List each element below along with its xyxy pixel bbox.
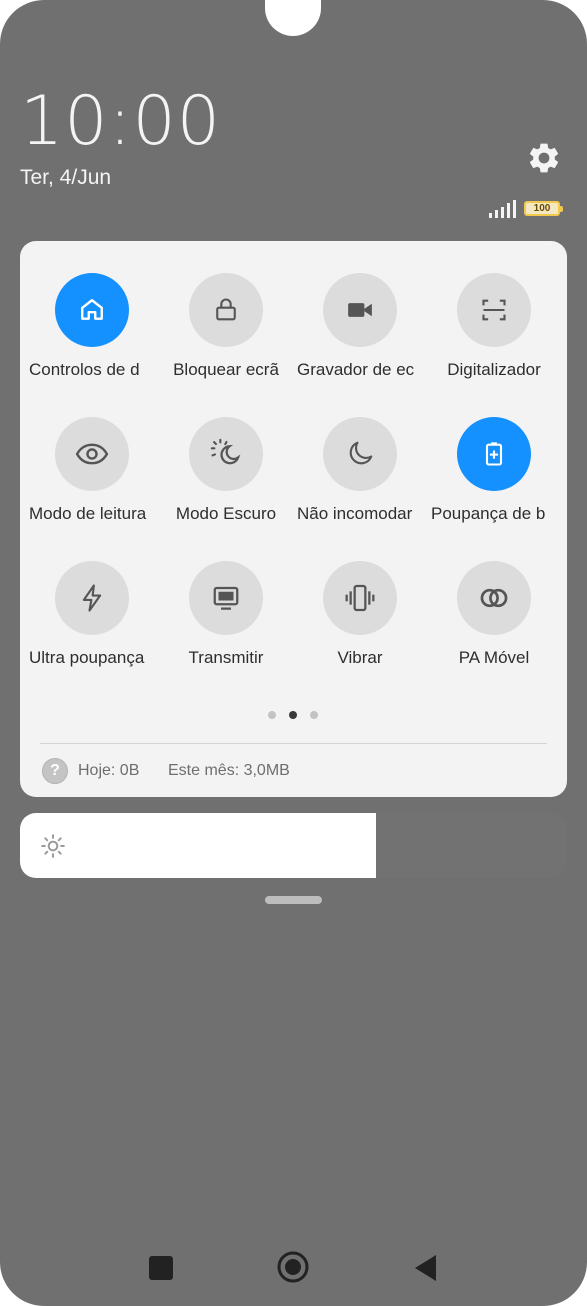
tile-label: Digitalizador	[447, 360, 541, 379]
battery-saver-icon	[485, 442, 503, 466]
tile-label: Ultra poupança	[29, 648, 145, 667]
tile-label: Modo Escuro	[175, 504, 277, 523]
page-indicator	[265, 711, 325, 721]
eye-icon	[75, 443, 109, 465]
tile-label: Controlos de d	[29, 360, 140, 379]
sun-moon-icon	[210, 438, 241, 465]
tile-circle[interactable]	[323, 561, 397, 635]
tile-circle[interactable]	[55, 561, 129, 635]
monitor-icon	[213, 586, 239, 610]
video-camera-icon	[348, 303, 372, 317]
back-triangle-icon[interactable]	[412, 1253, 438, 1283]
tile-label: Não incomodar	[297, 504, 413, 523]
brightness-slider-fill	[20, 813, 376, 878]
page-dot[interactable]	[310, 711, 318, 719]
tile-circle[interactable]	[457, 273, 531, 347]
tile-mobile-hotspot[interactable]: PA Móvel	[427, 561, 561, 668]
lightning-icon	[82, 584, 102, 612]
quick-settings-panel: Controlos de d Bloquear ecrã Gravador de…	[20, 241, 567, 797]
tile-battery-saver[interactable]: Poupança de b	[427, 417, 561, 524]
vibrate-icon	[345, 584, 375, 612]
tile-circle[interactable]	[189, 273, 263, 347]
tile-label: Transmitir	[188, 648, 264, 667]
recents-square-icon[interactable]	[148, 1255, 174, 1281]
brightness-slider[interactable]	[20, 813, 567, 878]
data-usage-today: Hoje: 0B	[78, 762, 140, 779]
home-icon	[81, 299, 103, 320]
tile-circle[interactable]	[55, 273, 129, 347]
tile-cast[interactable]: Transmitir	[159, 561, 293, 668]
camera-notch	[265, 0, 321, 36]
panel-drag-handle[interactable]	[265, 896, 322, 904]
data-usage-month: Este mês: 3,0MB	[168, 762, 290, 779]
tile-circle[interactable]	[323, 417, 397, 491]
clock: 10:00	[20, 82, 221, 161]
scan-icon	[482, 299, 506, 321]
sun-icon	[41, 834, 65, 858]
settings-gear-icon[interactable]	[526, 140, 562, 176]
tile-circle[interactable]	[323, 273, 397, 347]
page-dot[interactable]	[268, 711, 276, 719]
tile-device-controls[interactable]: Controlos de d	[25, 273, 159, 380]
tile-label: Vibrar	[337, 648, 383, 667]
tile-reading-mode[interactable]: Modo de leitura	[25, 417, 159, 524]
moon-icon	[349, 441, 373, 465]
date: Ter, 4/Jun	[20, 166, 112, 189]
tile-scanner[interactable]: Digitalizador	[427, 273, 561, 380]
tile-circle[interactable]	[457, 561, 531, 635]
home-circle-icon[interactable]	[276, 1250, 310, 1284]
tile-circle[interactable]	[189, 561, 263, 635]
tile-ultra-saver[interactable]: Ultra poupança	[25, 561, 159, 668]
hotspot-link-icon	[480, 588, 508, 608]
tile-label: Poupança de b	[431, 504, 546, 523]
signal-strength-icon	[489, 200, 516, 218]
tile-circle[interactable]	[55, 417, 129, 491]
tile-do-not-disturb[interactable]: Não incomodar	[293, 417, 427, 524]
status-bar: 100	[488, 199, 564, 221]
page-dot-current[interactable]	[289, 711, 297, 719]
tile-lock-screen[interactable]: Bloquear ecrã	[159, 273, 293, 380]
tile-dark-mode[interactable]: Modo Escuro	[159, 417, 293, 524]
tile-label: PA Móvel	[458, 648, 530, 667]
battery-indicator: 100	[524, 201, 563, 216]
phone-screen: 10:00 Ter, 4/Jun 100 Controlos de d Bloq…	[0, 0, 587, 1306]
help-question-icon[interactable]: ?	[42, 758, 68, 784]
tile-label: Modo de leitura	[29, 504, 147, 523]
lock-icon	[216, 298, 236, 321]
divider	[40, 743, 547, 744]
tile-label: Gravador de ec	[297, 360, 415, 379]
tile-vibrate[interactable]: Vibrar	[293, 561, 427, 668]
tile-circle[interactable]	[457, 417, 531, 491]
tile-screen-recorder[interactable]: Gravador de ec	[293, 273, 427, 380]
tile-circle[interactable]	[189, 417, 263, 491]
tile-label: Bloquear ecrã	[173, 360, 279, 379]
